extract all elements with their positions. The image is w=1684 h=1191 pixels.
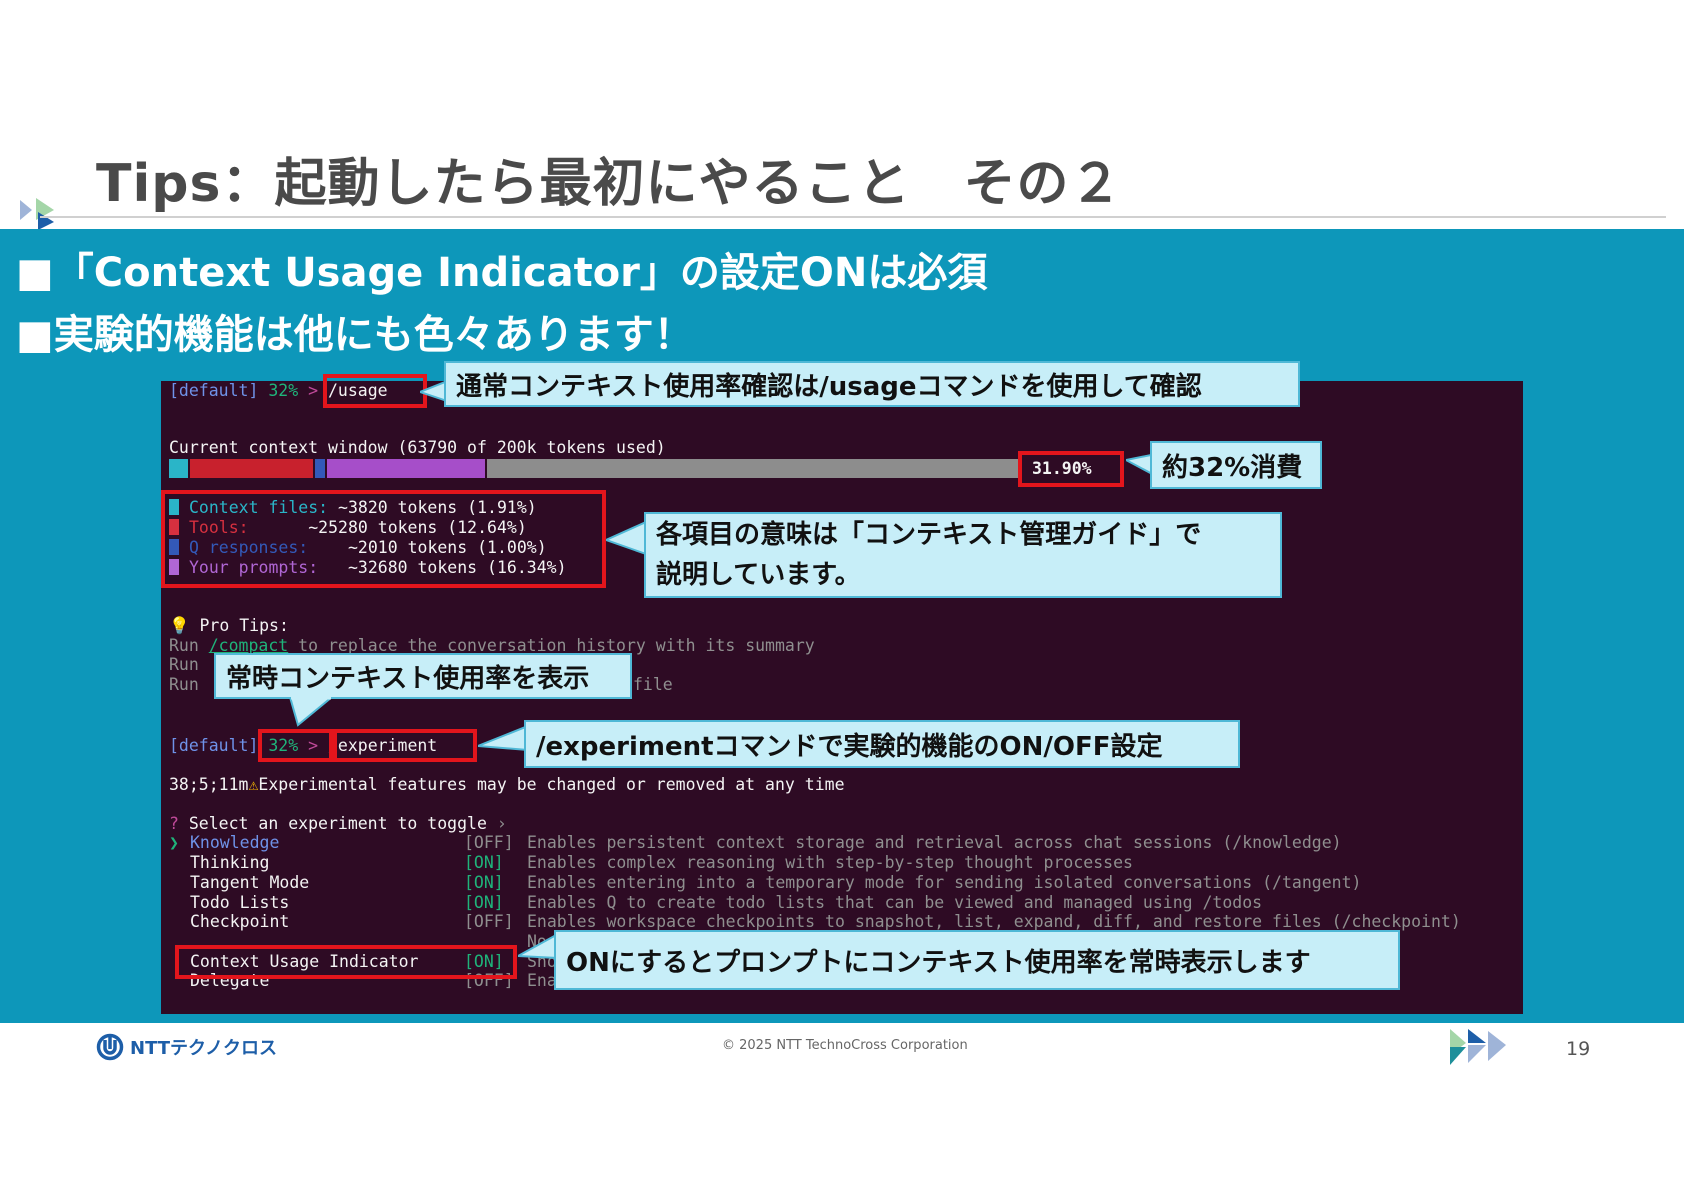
highlight-context-usage-indicator	[175, 945, 517, 979]
experiment-name-checkpoint[interactable]: Checkpoint	[190, 912, 289, 932]
highlight-experiment-command	[333, 729, 477, 762]
usage-bar-free	[487, 459, 1020, 478]
experiment-state: [OFF]	[464, 912, 514, 931]
callout-indicator-tail	[518, 932, 558, 960]
experiment-desc: Enables persistent context storage and r…	[527, 833, 1342, 852]
callout-experiment: /experimentコマンドで実験的機能のON/OFF設定	[524, 720, 1240, 768]
bullet-context-usage: ■「Context Usage Indicator」の設定ONは必須	[16, 250, 988, 296]
experiment-state: [ON]	[464, 873, 504, 892]
experiment-name-todo-lists[interactable]: Todo Lists	[190, 893, 289, 913]
callout-indicator: ONにするとプロンプトにコンテキスト使用率を常時表示します	[554, 930, 1400, 990]
callout-always-show-tail	[288, 697, 334, 727]
callout-usage: 通常コンテキスト使用率確認は/usageコマンドを使用して確認	[444, 361, 1300, 407]
prompt-arrow: >	[308, 381, 319, 400]
experiment-state: [ON]	[464, 893, 504, 912]
experiment-name-knowledge[interactable]: Knowledge	[190, 833, 279, 853]
experiment-desc: Enables complex reasoning with step-by-s…	[527, 853, 1133, 872]
experiment-name-tangent-mode[interactable]: Tangent Mode	[190, 873, 309, 893]
prompt-percent: 32%	[268, 381, 299, 400]
footer-logo: NTTテクノクロス	[96, 1033, 277, 1061]
usage-bar-your-prompts	[327, 459, 485, 478]
callout-breakdown-tail	[606, 520, 646, 556]
highlight-usage-command	[323, 374, 427, 408]
pro-tips-title: 💡 Pro Tips:	[169, 616, 289, 635]
usage-bar-context-files	[169, 459, 188, 478]
experiment-name-thinking[interactable]: Thinking	[190, 853, 269, 873]
prompt-label: [default]	[169, 736, 259, 755]
pro-tip-line: Run	[169, 675, 199, 694]
highlight-breakdown	[161, 490, 606, 588]
footer-arrows-icon	[1450, 1029, 1506, 1065]
select-prompt: ? Select an experiment to toggle ›	[169, 814, 507, 833]
callout-breakdown: 各項目の意味は「コンテキスト管理ガイド」で 説明しています。	[644, 512, 1282, 598]
slide-title: Tips：起動したら最初にやること その２	[96, 154, 1123, 214]
context-window-line: Current context window (63790 of 200k to…	[169, 438, 666, 457]
experiment-desc: Enables Q to create todo lists that can …	[527, 893, 1263, 912]
pro-tip-line: Run	[169, 655, 199, 674]
highlight-prompt-percent	[258, 729, 333, 762]
experiment-state: [ON]	[464, 853, 504, 872]
experiment-state: [OFF]	[464, 833, 514, 852]
usage-bar-tools	[190, 459, 313, 478]
callout-breakdown-line: 説明しています。	[656, 560, 861, 590]
experiment-desc: Enables entering into a temporary mode f…	[527, 873, 1362, 892]
callout-breakdown-line: 各項目の意味は「コンテキスト管理ガイド」で	[656, 520, 1202, 550]
usage-bar-q-responses	[315, 459, 325, 478]
callout-experiment-tail	[478, 724, 528, 752]
highlight-usage-percent	[1018, 451, 1124, 487]
warning-icon: ⚠	[248, 775, 259, 794]
title-divider	[40, 216, 1666, 218]
warning-line: 38;5;11m⚠Experimental features may be ch…	[169, 775, 845, 794]
ntt-logo-icon	[96, 1033, 124, 1061]
page-number: 19	[1566, 1038, 1591, 1060]
copyright: © 2025 NTT TechnoCross Corporation	[722, 1038, 968, 1053]
title-arrow-icon	[20, 198, 54, 230]
callout-always-show: 常時コンテキスト使用率を表示	[214, 653, 632, 699]
callout-percent: 約32%消費	[1150, 441, 1322, 489]
pro-tip-line-tail: file	[633, 675, 673, 694]
footer-logo-text: NTTテクノクロス	[130, 1038, 277, 1059]
experiment-desc: Ena	[527, 971, 557, 990]
experiment-desc: Enables workspace checkpoints to snapsho…	[527, 912, 1461, 931]
selected-marker-icon: ❯	[169, 833, 179, 852]
bullet-experimental: ■実験的機能は他にも色々あります！	[16, 312, 694, 358]
prompt-label: [default]	[169, 381, 259, 400]
